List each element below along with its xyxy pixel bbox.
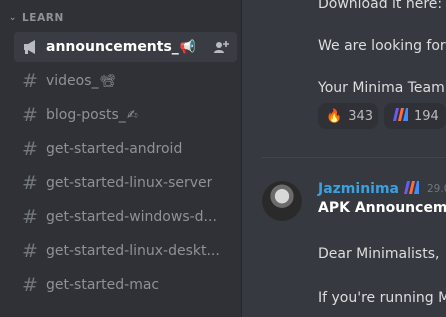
download-text: Download it here: bbox=[318, 0, 446, 12]
message-line-download: Download it here: h bbox=[318, 0, 446, 12]
hash-icon: # bbox=[22, 206, 38, 228]
channel-blog-posts[interactable]: # blog-posts_ ✍ bbox=[14, 100, 237, 130]
message-timestamp: 29.03 bbox=[427, 183, 446, 195]
reaction-count: 343 bbox=[348, 108, 374, 124]
channel-label: get-started-mac bbox=[46, 277, 160, 293]
channel-label: blog-posts_ bbox=[46, 107, 126, 123]
channel-get-started-windows[interactable]: # get-started-windows-d... bbox=[14, 202, 237, 232]
channel-get-started-android[interactable]: # get-started-android bbox=[14, 134, 237, 164]
channel-label: get-started-windows-d... bbox=[46, 209, 217, 225]
hash-icon: # bbox=[22, 104, 38, 126]
reaction-minima[interactable]: 194 bbox=[384, 103, 446, 129]
writing-hand-icon: ✍ bbox=[126, 107, 138, 123]
chevron-down-icon: ⌄ bbox=[8, 13, 18, 23]
channel-announcements[interactable]: announcements_ 📢 bbox=[14, 32, 237, 62]
reaction-count: 194 bbox=[414, 108, 439, 124]
channel-get-started-mac[interactable]: # get-started-mac bbox=[14, 270, 237, 300]
message-signature: Your Minima Team bbox=[318, 80, 445, 96]
hash-icon: # bbox=[22, 172, 38, 194]
hash-icon: # bbox=[22, 274, 38, 296]
channel-get-started-linux-desktop[interactable]: # get-started-linux-deskt... bbox=[14, 236, 237, 266]
hash-icon: # bbox=[22, 240, 38, 262]
channel-label: announcements_ bbox=[46, 39, 179, 55]
channel-videos[interactable]: # videos_ 📽 bbox=[14, 66, 237, 96]
channel-label: videos_ bbox=[46, 73, 99, 89]
add-user-icon[interactable] bbox=[213, 39, 229, 55]
avatar[interactable] bbox=[262, 181, 302, 221]
message-body: If you're running Mi bbox=[318, 290, 446, 306]
reaction-fire[interactable]: 🔥 343 bbox=[318, 103, 378, 129]
channel-label: get-started-linux-deskt... bbox=[46, 243, 220, 259]
channel-get-started-linux-server[interactable]: # get-started-linux-server bbox=[14, 168, 237, 198]
category-learn[interactable]: ⌄ LEARN bbox=[8, 10, 64, 26]
chat-panel: Download it here: h We are looking forw … bbox=[242, 0, 446, 317]
message-author-line: Jazminima 29.03 bbox=[318, 180, 446, 198]
category-label: LEARN bbox=[22, 12, 64, 24]
channel-label: get-started-android bbox=[46, 141, 183, 157]
megaphone-icon: 📢 bbox=[179, 39, 196, 55]
author-name[interactable]: Jazminima bbox=[318, 181, 399, 197]
minima-role-icon bbox=[403, 180, 419, 198]
announcement-channel-icon bbox=[22, 39, 46, 55]
message-line-looking: We are looking forw bbox=[318, 38, 446, 54]
message-greeting: Dear Minimalists, bbox=[318, 246, 440, 262]
channel-sidebar: ⌄ LEARN announcements_ 📢 # videos_ 📽 # b… bbox=[0, 0, 241, 317]
hash-icon: # bbox=[22, 138, 38, 160]
projector-icon: 📽 bbox=[99, 73, 117, 89]
message-divider bbox=[262, 157, 446, 158]
hash-icon: # bbox=[22, 70, 38, 92]
message-title: APK Announceme bbox=[318, 200, 446, 216]
channel-label: get-started-linux-server bbox=[46, 175, 213, 191]
minima-logo-icon bbox=[392, 107, 408, 125]
fire-icon: 🔥 bbox=[326, 108, 343, 124]
